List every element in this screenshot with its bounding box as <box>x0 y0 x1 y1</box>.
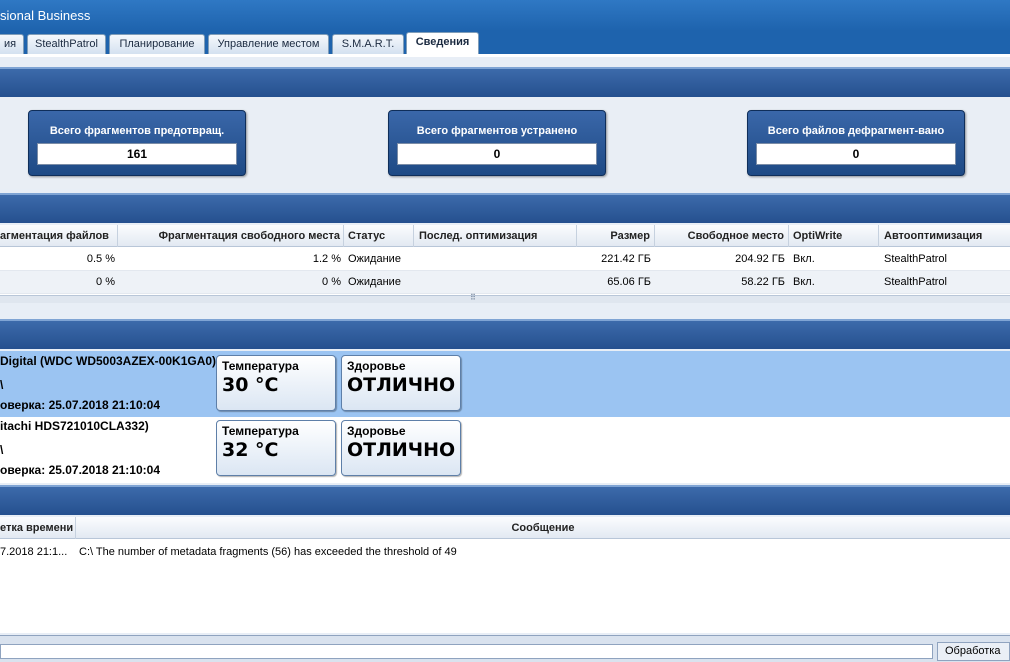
stat-label: Всего фрагментов предотвращ. <box>49 125 225 137</box>
stats-panel: Всего фрагментов предотвращ. 161 Всего ф… <box>0 97 1010 189</box>
log-header: етка времени Сообщение <box>0 517 1010 539</box>
last-check: оверка: 25.07.2018 21:10:04 <box>0 398 160 412</box>
cell-file-frag: 0.5 % <box>86 253 115 265</box>
tab-scheduling[interactable]: Планирование <box>109 34 205 54</box>
title-bar: sional Business <box>0 0 1010 31</box>
col-timestamp[interactable]: етка времени <box>0 517 76 539</box>
disk-name: itachi HDS721010CLA332) <box>0 419 149 433</box>
health-value: ОТЛИЧНО <box>347 374 456 396</box>
temperature-card: Температура 30 °C <box>216 355 336 411</box>
disk-volume: \ <box>0 443 4 457</box>
cell-free: 204.92 ГБ <box>735 253 785 265</box>
table-row[interactable]: 0.5 % 1.2 % Ожидание 221.42 ГБ 204.92 ГБ… <box>0 248 1010 271</box>
drives-table: агментация файлов Фрагментация свободног… <box>0 225 1010 295</box>
cell-size: 65.06 ГБ <box>607 276 651 288</box>
log-message: C:\ The number of metadata fragments (56… <box>79 546 457 558</box>
stats-header <box>0 67 1010 97</box>
temperature-label: Температура <box>222 359 299 373</box>
stat-label: Всего фрагментов устранено <box>416 125 578 137</box>
cell-status: Ожидание <box>348 276 401 288</box>
stat-eliminated: Всего фрагментов устранено 0 <box>388 110 606 176</box>
table-row[interactable]: 0 % 0 % Ожидание 65.06 ГБ 58.22 ГБ Вкл. … <box>0 271 1010 294</box>
col-size[interactable]: Размер <box>577 225 655 247</box>
health-card: Здоровье ОТЛИЧНО <box>341 420 461 476</box>
health-panel: Digital (WDC WD5003AZEX-00K1GA0) \ оверк… <box>0 351 1010 483</box>
disk-health-row[interactable]: Digital (WDC WD5003AZEX-00K1GA0) \ оверк… <box>0 351 1010 417</box>
cell-auto: StealthPatrol <box>884 253 947 265</box>
health-label: Здоровье <box>347 359 406 373</box>
col-message[interactable]: Сообщение <box>76 517 1010 539</box>
tab-partial[interactable]: ия <box>0 34 24 54</box>
stat-prevented: Всего фрагментов предотвращ. 161 <box>28 110 246 176</box>
cell-free-frag: 1.2 % <box>312 253 341 265</box>
tab-info[interactable]: Сведения <box>406 32 479 54</box>
cell-free-frag: 0 % <box>322 276 341 288</box>
drives-header <box>0 193 1010 223</box>
log-time: 7.2018 21:1... <box>0 546 68 558</box>
tab-smart[interactable]: S.M.A.R.T. <box>332 34 404 54</box>
tab-strip: ия StealthPatrol Планирование Управление… <box>0 31 1010 54</box>
stat-defragmented: Всего файлов дефрагмент-вано 0 <box>747 110 965 176</box>
cell-free: 58.22 ГБ <box>741 276 785 288</box>
disk-name: Digital (WDC WD5003AZEX-00K1GA0) <box>0 354 217 368</box>
stat-value: 0 <box>756 143 956 165</box>
last-check: оверка: 25.07.2018 21:10:04 <box>0 463 160 477</box>
log-row[interactable]: 7.2018 21:1... C:\ The number of metadat… <box>0 541 1010 563</box>
col-auto-optimization[interactable]: Автооптимизация <box>879 225 1010 247</box>
table-header: агментация файлов Фрагментация свободног… <box>0 225 1010 247</box>
splitter-handle[interactable]: ⠿ <box>0 293 1010 303</box>
col-last-optimization[interactable]: Послед. оптимизация <box>414 225 577 247</box>
progress-bar <box>0 644 933 659</box>
col-free-space[interactable]: Свободное место <box>655 225 789 247</box>
log-panel: етка времени Сообщение 7.2018 21:1... C:… <box>0 517 1010 633</box>
temperature-value: 30 °C <box>222 374 279 396</box>
cell-auto: StealthPatrol <box>884 276 947 288</box>
health-value: ОТЛИЧНО <box>347 439 456 461</box>
window-title: sional Business <box>0 8 91 23</box>
log-header-band <box>0 485 1010 515</box>
col-optiwrite[interactable]: OptiWrite <box>789 225 879 247</box>
status-bar: Обработка <box>0 635 1010 662</box>
disk-health-row[interactable]: itachi HDS721010CLA332) \ оверка: 25.07.… <box>0 416 1010 482</box>
tab-stealthpatrol[interactable]: StealthPatrol <box>27 34 106 54</box>
cell-status: Ожидание <box>348 253 401 265</box>
disk-volume: \ <box>0 378 4 392</box>
cell-file-frag: 0 % <box>96 276 115 288</box>
info-content: Всего фрагментов предотвращ. 161 Всего ф… <box>0 54 1010 662</box>
tab-space-management[interactable]: Управление местом <box>208 34 329 54</box>
cell-size: 221.42 ГБ <box>601 253 651 265</box>
health-card: Здоровье ОТЛИЧНО <box>341 355 461 411</box>
status-text: Обработка <box>937 642 1010 661</box>
cell-optiwrite: Вкл. <box>793 276 815 288</box>
col-file-fragmentation[interactable]: агментация файлов <box>0 225 118 247</box>
col-free-space-fragmentation[interactable]: Фрагментация свободного места <box>118 225 344 247</box>
stat-label: Всего файлов дефрагмент-вано <box>767 125 945 137</box>
stat-value: 161 <box>37 143 237 165</box>
cell-optiwrite: Вкл. <box>793 253 815 265</box>
stat-value: 0 <box>397 143 597 165</box>
col-status[interactable]: Статус <box>344 225 414 247</box>
grip-icon: ⠿ <box>470 293 476 302</box>
temperature-label: Температура <box>222 424 299 438</box>
temperature-value: 32 °C <box>222 439 279 461</box>
temperature-card: Температура 32 °C <box>216 420 336 476</box>
health-label: Здоровье <box>347 424 406 438</box>
health-header <box>0 319 1010 349</box>
